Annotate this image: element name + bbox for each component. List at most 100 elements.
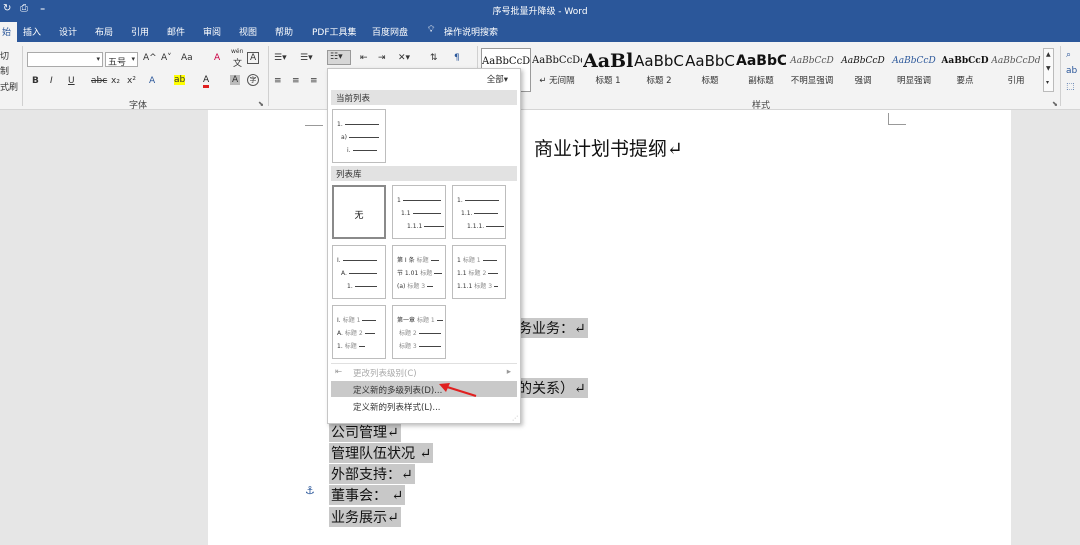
decrease-indent-button[interactable]: ⇤ <box>360 53 368 63</box>
list-library-item[interactable]: I. A. 1. <box>332 245 386 299</box>
list-current[interactable]: 1. a) i. <box>332 109 386 163</box>
style-preview: AaBbCcDd <box>532 55 582 66</box>
italic-button[interactable]: I <box>50 76 53 86</box>
resize-grip-icon[interactable]: ⋰ <box>512 415 518 422</box>
paragraph-partial[interactable]: 的关系）↵ <box>516 378 588 398</box>
cut-button[interactable]: 切 <box>0 49 9 62</box>
arrow-shaft <box>443 384 477 398</box>
list-level-line <box>424 226 445 227</box>
tab-references[interactable]: 引用 <box>131 25 149 38</box>
scroll-up-icon[interactable]: ▲ <box>1046 51 1051 58</box>
center-button[interactable]: ≡ <box>292 76 300 86</box>
list-level-number: 第 I 条 <box>397 257 415 264</box>
style-subtle-emphasis[interactable]: AaBbCcD 不明显强调 <box>787 48 837 92</box>
change-level-icon: ⇤ <box>335 367 343 377</box>
tab-mailings[interactable]: 邮件 <box>167 25 185 38</box>
shrink-font-button[interactable]: A˅ <box>161 53 172 63</box>
tab-home[interactable]: 始 <box>0 22 18 42</box>
underline-button[interactable]: U <box>68 76 75 86</box>
phonetic-guide-button[interactable]: 文 <box>233 56 242 69</box>
style-strong[interactable]: AaBbCcD 要点 <box>940 48 990 92</box>
enclose-characters-button[interactable]: 字 <box>247 74 259 86</box>
tell-me-search[interactable]: 操作说明搜索 <box>444 25 498 38</box>
list-library-item[interactable]: 第一章 标题 1 标题 2 标题 3 <box>392 305 446 359</box>
list-level-row: 1 标题 1 <box>457 256 497 265</box>
list-library-item[interactable]: 1 1.1 1.1.1 <box>392 185 446 239</box>
style-heading-2[interactable]: AaBbC 标题 2 <box>634 48 684 92</box>
tab-baidu-netdisk[interactable]: 百度网盘 <box>372 25 408 38</box>
list-library-item[interactable]: I. 标题 1 A. 标题 2 1. 标题 <box>332 305 386 359</box>
align-right-button[interactable]: ≡ <box>310 76 318 86</box>
tab-layout[interactable]: 布局 <box>95 25 113 38</box>
text-effects-button[interactable]: A <box>149 76 155 86</box>
font-size-combo[interactable]: 五号 ▾ <box>105 52 138 68</box>
replace-icon[interactable]: ab <box>1066 66 1077 76</box>
strikethrough-button[interactable]: abc <box>91 76 107 86</box>
list-library-item[interactable]: 第 I 条标题节 1.01 标题 (a) 标题 3 <box>392 245 446 299</box>
show-marks-button[interactable]: ¶ <box>454 53 460 63</box>
style-emphasis[interactable]: AaBbCcD 强调 <box>838 48 888 92</box>
character-border-button[interactable]: A <box>247 52 260 64</box>
define-new-multilevel-list-item[interactable]: 定义新的多级列表(D)... <box>331 381 517 397</box>
change-case-button[interactable]: Aa <box>181 53 193 63</box>
sort-button[interactable]: ⇅ <box>430 53 438 63</box>
multilevel-list-button[interactable]: ☷▾ <box>327 50 351 65</box>
lightbulb-icon[interactable]: 💡︎ <box>428 25 434 35</box>
dialog-launcher-icon[interactable]: ⬊ <box>1052 100 1058 108</box>
increase-indent-button[interactable]: ⇥ <box>378 53 386 63</box>
styles-gallery-scroller[interactable]: ▲ ▼ ▾ <box>1043 48 1054 92</box>
paragraph[interactable]: 公司管理↵ <box>329 422 401 442</box>
format-painter-button[interactable]: 式刷 <box>0 80 18 93</box>
numbering-button[interactable]: ☰▾ <box>300 53 313 63</box>
paragraph[interactable]: 董事会： ↵ <box>329 485 406 505</box>
chinese-layout-button[interactable]: ✕▾ <box>398 53 410 63</box>
tab-pdf-tools[interactable]: PDF工具集 <box>312 25 357 38</box>
tab-view[interactable]: 视图 <box>239 25 257 38</box>
font-name-combo[interactable]: ▾ <box>27 52 103 67</box>
paragraph-partial[interactable]: 务业务：↵ <box>516 318 588 338</box>
style-heading-1[interactable]: AaBl 标题 1 <box>583 48 633 92</box>
paragraph[interactable]: 管理队伍状况 ↵ <box>329 443 434 463</box>
style-intense-emphasis[interactable]: AaBbCcD 明显强调 <box>889 48 939 92</box>
list-library-item[interactable]: 1. 1.1. 1.1.1. <box>452 185 506 239</box>
style-no-spacing[interactable]: AaBbCcDd ↵ 无间隔 <box>532 48 582 92</box>
style-preview: AaBbC <box>685 52 735 70</box>
align-left-button[interactable]: ≡ <box>274 76 282 86</box>
superscript-button[interactable]: x² <box>127 76 136 86</box>
tab-help[interactable]: 帮助 <box>275 25 293 38</box>
tab-review[interactable]: 审阅 <box>203 25 221 38</box>
find-icon[interactable]: ⌕ <box>1066 50 1071 60</box>
bold-button[interactable]: B <box>32 76 39 86</box>
clear-format-button[interactable]: A <box>214 53 220 63</box>
margin-marker <box>888 113 906 125</box>
style-subtitle[interactable]: AaBbC 副标题 <box>736 48 786 92</box>
style-quote[interactable]: AaBbCcDd 引用 <box>991 48 1041 92</box>
define-new-list-style-item[interactable]: 定义新的列表样式(L)... <box>331 398 517 414</box>
font-color-button[interactable]: A <box>203 75 210 88</box>
list-level-line <box>434 273 443 274</box>
document-heading[interactable]: 商业计划书提纲↵ <box>534 134 683 161</box>
paragraph[interactable]: 外部支持：↵ <box>329 464 415 484</box>
window-title: 序号批量升降级 - Word <box>492 7 588 17</box>
character-shading-button[interactable]: A <box>230 75 241 85</box>
phonetic-guide-top[interactable]: wén <box>231 48 243 55</box>
tab-insert[interactable]: 插入 <box>23 25 41 38</box>
list-level-line <box>436 320 443 321</box>
paragraph[interactable]: 业务展示↵ <box>329 507 401 527</box>
list-none[interactable]: 无 <box>332 185 386 239</box>
grow-font-button[interactable]: A^ <box>143 53 157 63</box>
subscript-button[interactable]: x₂ <box>111 76 120 86</box>
select-icon[interactable]: ⬚ <box>1066 82 1075 92</box>
copy-button[interactable]: 制 <box>0 64 9 77</box>
more-styles-icon[interactable]: ▾ <box>1046 79 1049 86</box>
dialog-launcher-icon[interactable]: ⬊ <box>258 100 264 108</box>
tab-design[interactable]: 设计 <box>59 25 77 38</box>
style-title[interactable]: AaBbC 标题 <box>685 48 735 92</box>
list-filter-dropdown[interactable]: 全部▾ <box>487 73 508 85</box>
scroll-down-icon[interactable]: ▼ <box>1046 65 1051 72</box>
list-library-item[interactable]: 1 标题 1 1.1 标题 2 1.1.1 标题 3 <box>452 245 506 299</box>
list-level-line <box>352 150 377 151</box>
change-list-level-item[interactable]: ⇤ 更改列表级别(C) ▸ <box>331 364 517 380</box>
bullets-button[interactable]: ☰▾ <box>274 53 287 63</box>
highlight-button[interactable]: ab <box>174 75 186 85</box>
